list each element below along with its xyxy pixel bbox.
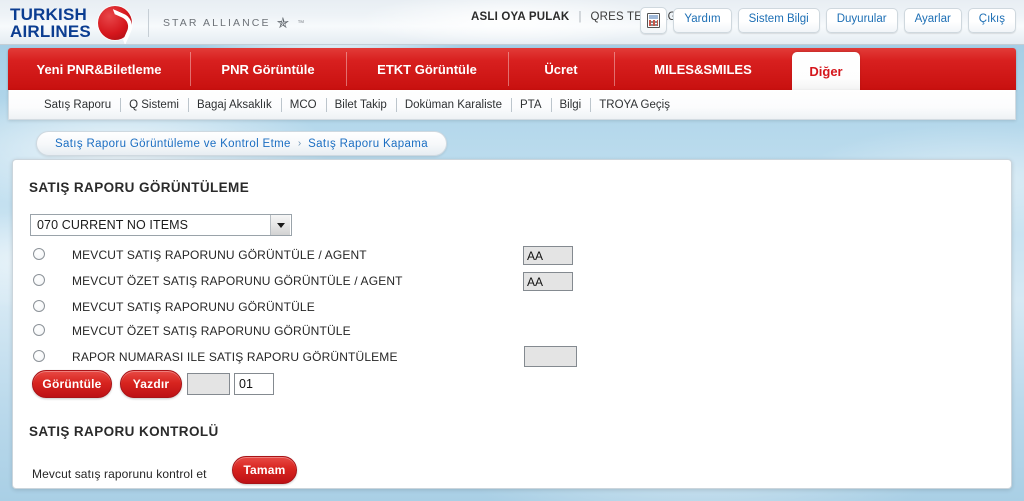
option-label-2: MEVCUT ÖZET SATIŞ RAPORUNU GÖRÜNTÜLE / A… — [72, 274, 403, 288]
option-label-5: RAPOR NUMARASI ILE SATIŞ RAPORU GÖRÜNTÜL… — [72, 350, 398, 364]
agent-code-input-1[interactable] — [523, 246, 573, 265]
user-name: ASLI OYA PULAK — [471, 11, 570, 23]
chevron-down-icon[interactable] — [270, 215, 290, 235]
tab-fare[interactable]: Ücret — [508, 48, 614, 90]
page-title: SATIŞ RAPORU GÖRÜNTÜLEME — [29, 180, 250, 195]
option-row-3: MEVCUT SATIŞ RAPORUNU GÖRÜNTÜLE — [0, 298, 1024, 316]
brand-line-1: TURKISH — [10, 5, 87, 24]
option-row-2: MEVCUT ÖZET SATIŞ RAPORUNU GÖRÜNTÜLE / A… — [0, 272, 1024, 291]
brand-logo[interactable]: TURKISH AIRLINES STAR ALLIANCE ✯ ™ — [10, 2, 306, 44]
print-button[interactable]: Yazdır — [120, 370, 182, 398]
header-button-group: Yardım Sistem Bilgi Duyurular Ayarlar Çı… — [640, 7, 1016, 34]
subnav-item-troya-transition[interactable]: TROYA Geçiş — [590, 97, 679, 112]
subnav-item-mco[interactable]: MCO — [280, 97, 326, 112]
option-row-4: MEVCUT ÖZET SATIŞ RAPORUNU GÖRÜNTÜLE — [0, 322, 1024, 340]
tab-new-pnr-ticketing[interactable]: Yeni PNR&Biletleme — [8, 48, 190, 90]
tab-other[interactable]: Diğer — [792, 52, 860, 90]
radio-current-summary-sales-report-agent[interactable] — [33, 274, 45, 286]
main-navigation: Yeni PNR&Biletleme PNR Görüntüle ETKT Gö… — [8, 48, 1016, 90]
subnav-item-info[interactable]: Bilgi — [550, 97, 591, 112]
turkish-airlines-bird-icon — [97, 6, 132, 40]
brand-line-2: AIRLINES — [10, 22, 91, 41]
tab-miles-and-smiles[interactable]: MILES&SMILES — [614, 48, 792, 90]
turkish-airlines-wordmark: TURKISH AIRLINES — [10, 6, 91, 40]
option-row-5: RAPOR NUMARASI ILE SATIŞ RAPORU GÖRÜNTÜL… — [0, 346, 1024, 367]
report-number-input[interactable] — [524, 346, 577, 367]
option-label-4: MEVCUT ÖZET SATIŞ RAPORUNU GÖRÜNTÜLE — [72, 324, 351, 338]
calculator-button[interactable] — [640, 7, 668, 34]
settings-button[interactable]: Ayarlar — [903, 8, 962, 33]
header-divider — [147, 9, 149, 37]
subnav-item-sales-report[interactable]: Satış Raporu — [35, 98, 120, 112]
radio-current-sales-report[interactable] — [33, 300, 45, 312]
report-select-value: 070 CURRENT NO ITEMS — [37, 218, 189, 232]
radio-current-sales-report-agent[interactable] — [33, 248, 45, 260]
option-label-3: MEVCUT SATIŞ RAPORUNU GÖRÜNTÜLE — [72, 300, 315, 314]
blank-field[interactable] — [187, 373, 230, 395]
option-label-1: MEVCUT SATIŞ RAPORUNU GÖRÜNTÜLE / AGENT — [72, 248, 367, 262]
star-alliance-label: STAR ALLIANCE — [162, 17, 271, 29]
agent-code-input-2[interactable] — [523, 272, 573, 291]
breadcrumb-parent[interactable]: Satış Raporu Görüntüleme ve Kontrol Etme — [55, 138, 291, 150]
radio-current-summary-sales-report[interactable] — [33, 324, 45, 336]
view-button[interactable]: Görüntüle — [32, 370, 112, 398]
user-separator: | — [578, 11, 582, 23]
trademark-symbol: ™ — [297, 19, 307, 27]
subnav-item-q-system[interactable]: Q Sistemi — [120, 97, 188, 112]
confirm-button[interactable]: Tamam — [232, 456, 297, 484]
control-section-title: SATIŞ RAPORU KONTROLÜ — [29, 424, 219, 439]
sub-navigation: Satış Raporu Q Sistemi Bagaj Aksaklık MC… — [8, 90, 1016, 120]
subnav-item-ticket-tracking[interactable]: Bilet Takip — [325, 97, 396, 112]
subnav-item-baggage-issue[interactable]: Bagaj Aksaklık — [187, 97, 281, 112]
breadcrumb: Satış Raporu Görüntüleme ve Kontrol Etme… — [36, 131, 447, 156]
control-section-description: Mevcut satış raporunu kontrol et — [32, 467, 207, 481]
help-button[interactable]: Yardım — [673, 8, 732, 33]
breadcrumb-separator-icon: › — [297, 138, 302, 149]
star-alliance-star-icon: ✯ — [276, 14, 292, 32]
option-row-1: MEVCUT SATIŞ RAPORUNU GÖRÜNTÜLE / AGENT — [0, 246, 1024, 265]
subnav-item-document-blacklist[interactable]: Doküman Karaliste — [395, 97, 511, 112]
tab-view-pnr[interactable]: PNR Görüntüle — [190, 48, 346, 90]
logout-button[interactable]: Çıkış — [967, 8, 1016, 33]
announcements-button[interactable]: Duyurular — [825, 8, 898, 33]
page-header: TURKISH AIRLINES STAR ALLIANCE ✯ ™ ASLI … — [0, 0, 1024, 45]
report-select[interactable]: 070 CURRENT NO ITEMS — [30, 214, 292, 236]
star-alliance-logo: STAR ALLIANCE ✯ ™ — [163, 16, 306, 31]
subnav-item-pta[interactable]: PTA — [510, 97, 551, 112]
system-info-button[interactable]: Sistem Bilgi — [737, 8, 820, 33]
tab-view-etkt[interactable]: ETKT Görüntüle — [346, 48, 508, 90]
radio-sales-report-by-number[interactable] — [33, 350, 45, 362]
sequence-field[interactable] — [234, 373, 274, 395]
breadcrumb-current: Satış Raporu Kapama — [308, 137, 428, 150]
calculator-icon — [647, 13, 661, 28]
